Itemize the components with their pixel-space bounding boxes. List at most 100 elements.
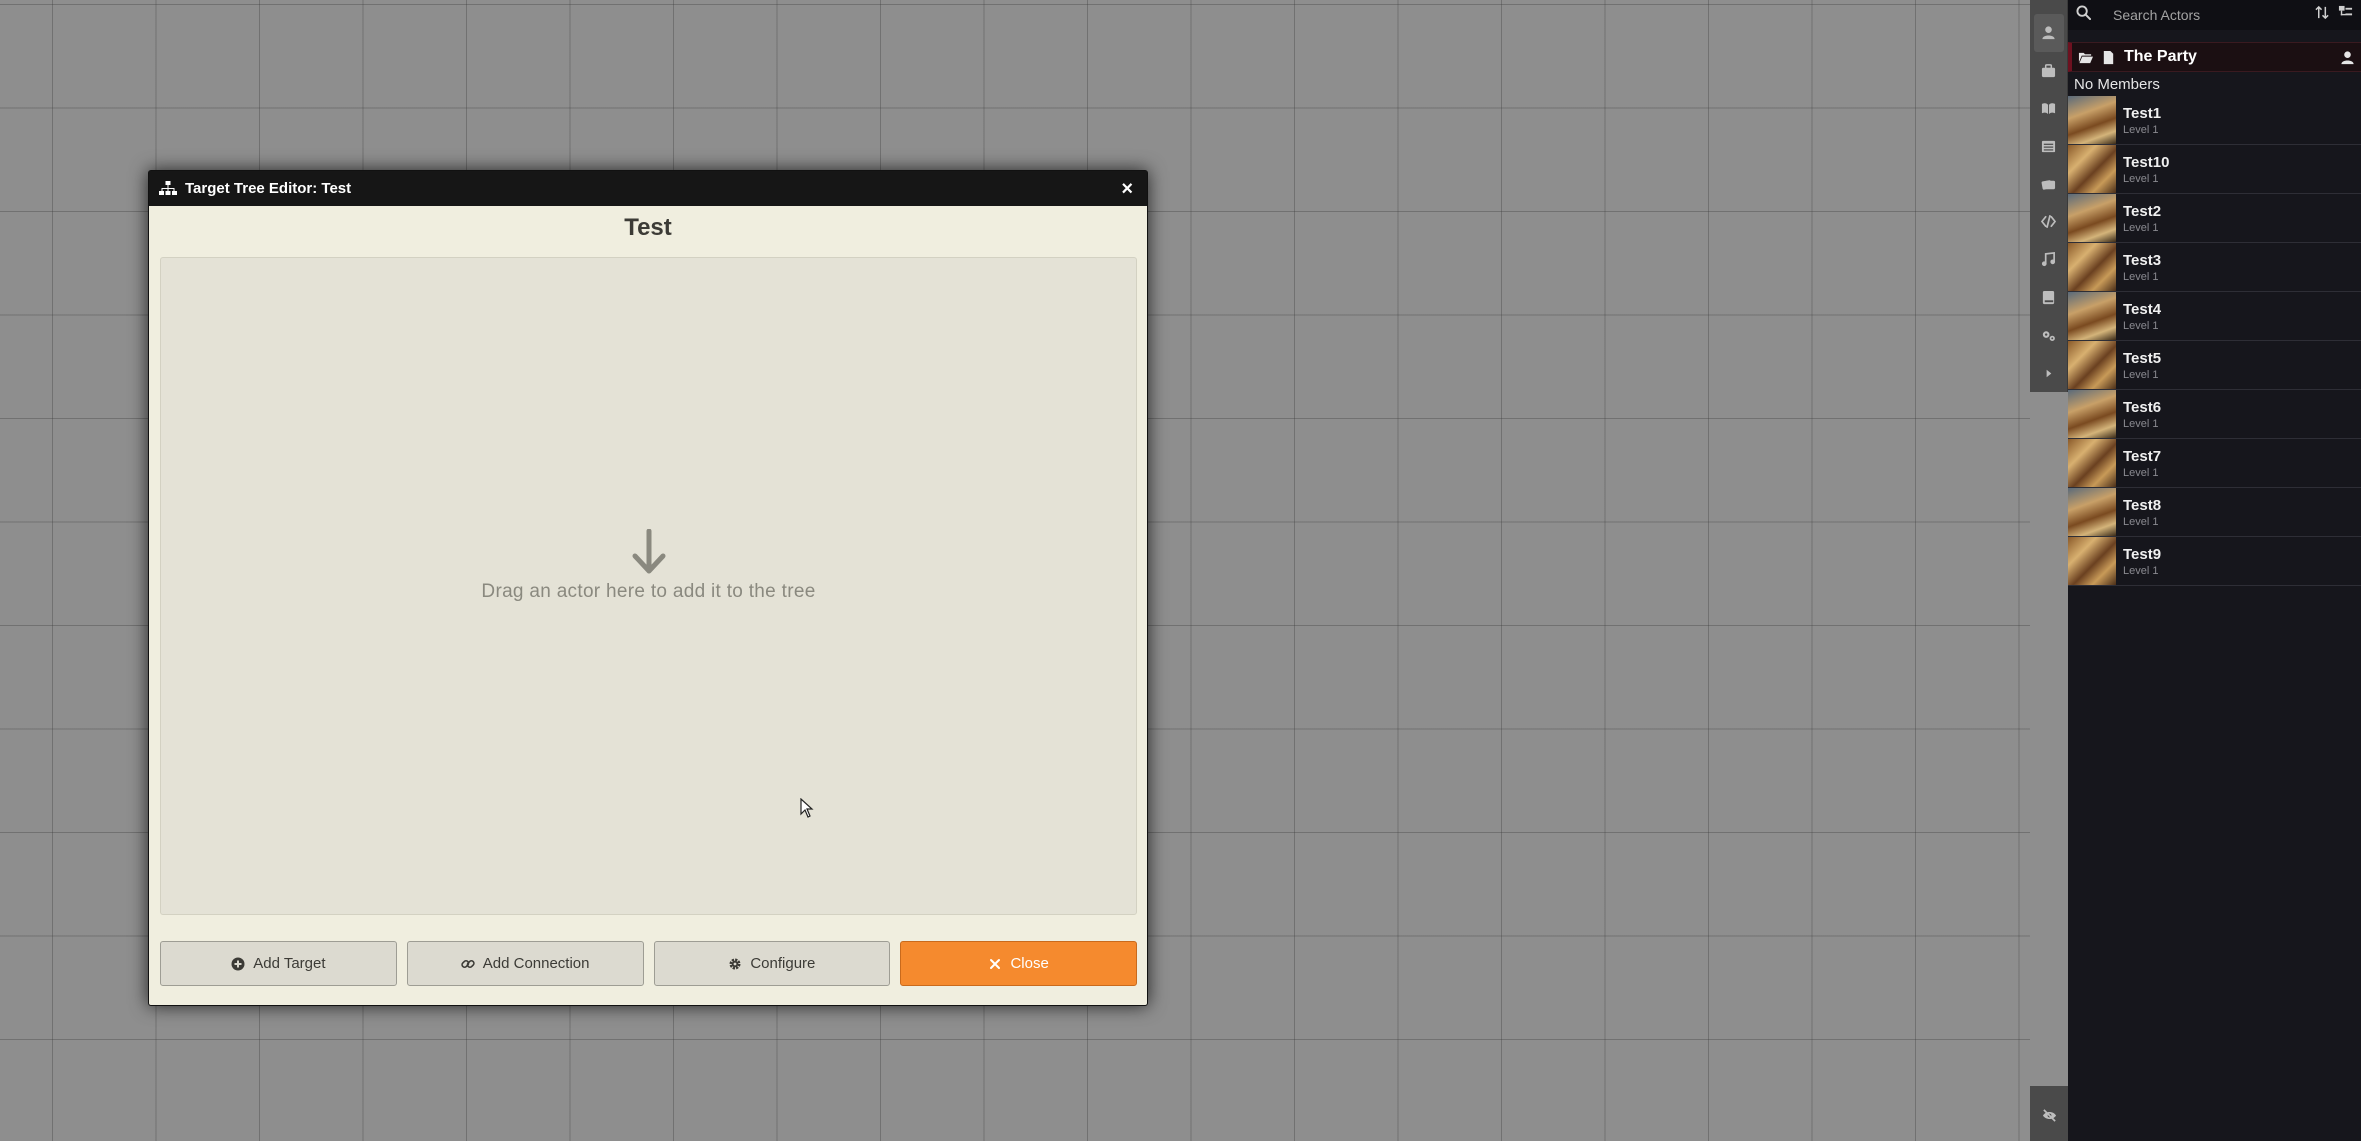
actor-portrait [2068,96,2116,144]
actor-info: Test1 Level 1 [2116,105,2161,136]
close-icon [990,958,1001,969]
plus-circle-icon [231,957,245,970]
actor-info: Test7 Level 1 [2116,448,2161,479]
actor-list-item[interactable]: Test7 Level 1 [2068,439,2361,488]
eye-slash-icon [2042,1108,2056,1122]
actor-portrait [2068,194,2116,242]
actor-list-item[interactable]: Test1 Level 1 [2068,96,2361,145]
actor-list-item[interactable]: Test6 Level 1 [2068,390,2361,439]
actor-name: Test1 [2123,104,2162,122]
actors-sidebar: The Party No Members Test1Level 1Test10L… [2068,0,2361,1141]
actor-list-item[interactable]: Test10 Level 1 [2068,145,2361,194]
actor-search-row [2068,0,2361,30]
hidden-toggle[interactable] [2034,1096,2064,1134]
tree-title: Test [624,214,672,241]
party-empty-text: No Members [2074,76,2160,93]
playlists-icon [2041,252,2056,267]
actor-info: Test10 Level 1 [2116,154,2169,185]
tab-items[interactable] [2034,52,2064,90]
dialog-header[interactable]: Target Tree Editor: Test × [149,171,1147,206]
actor-level: Level 1 [2123,368,2159,381]
actor-portrait [2068,341,2116,389]
actor-level: Level 1 [2123,515,2159,528]
actor-name: Test2 [2123,202,2162,220]
close-label: Close [1010,955,1049,972]
actor-list-item[interactable]: Test4 Level 1 [2068,292,2361,341]
actor-name: Test8 [2123,496,2162,514]
actor-info: Test8 Level 1 [2116,497,2161,528]
actor-info: Test9 Level 1 [2116,546,2161,577]
actor-list-item[interactable]: Test8 Level 1 [2068,488,2361,537]
sitemap-icon [159,180,177,195]
tab-journal[interactable] [2034,90,2064,128]
target-tree-editor-dialog: Target Tree Editor: Test × Test Drag an … [148,170,1148,1006]
actor-search-input[interactable] [2099,7,2307,23]
dialog-close-icon[interactable]: × [1117,179,1137,199]
dialog-footer: Add Target Add Connection Configure Clos… [160,941,1137,986]
settings-icon [2042,331,2055,341]
actor-list-item[interactable]: Test9 Level 1 [2068,537,2361,586]
close-button[interactable]: Close [900,941,1137,986]
actor-portrait [2068,243,2116,291]
actor-portrait [2068,292,2116,340]
cards-icon [2041,179,2056,190]
actor-name: Test4 [2123,300,2162,318]
tab-collapse[interactable] [2034,354,2064,392]
add-connection-button[interactable]: Add Connection [406,941,644,986]
macros-icon [2041,215,2056,229]
actor-level: Level 1 [2123,270,2159,283]
actor-list-item[interactable]: Test2 Level 1 [2068,194,2361,243]
actor-name: Test9 [2123,545,2162,563]
compendium-icon [2042,290,2055,305]
link-icon [461,959,475,968]
add-member-icon[interactable] [2340,50,2355,65]
actor-level: Level 1 [2123,564,2159,577]
tab-cards[interactable] [2034,165,2064,203]
tab-actors[interactable] [2033,14,2064,52]
actor-level: Level 1 [2123,466,2159,479]
actor-portrait [2068,537,2116,585]
tab-settings[interactable] [2034,316,2064,354]
dialog-title: Target Tree Editor: Test [185,180,352,197]
actor-portrait [2068,390,2116,438]
actor-list-item[interactable]: Test5 Level 1 [2068,341,2361,390]
sidebar-tab-bar-bottom [2030,1086,2068,1141]
sort-icon[interactable] [2315,5,2330,25]
tab-macros[interactable] [2034,203,2064,241]
actor-level: Level 1 [2123,221,2159,234]
journal-icon [2041,103,2056,115]
actor-portrait [2068,145,2116,193]
actor-info: Test5 Level 1 [2116,350,2161,381]
actor-level: Level 1 [2123,417,2159,430]
actor-info: Test3 Level 1 [2116,252,2161,283]
mouse-cursor-icon [800,798,814,818]
actor-list-item[interactable]: Test3 Level 1 [2068,243,2361,292]
actor-info: Test2 Level 1 [2116,203,2161,234]
tab-tables[interactable] [2034,127,2064,165]
tables-icon [2041,140,2056,152]
tab-compendium[interactable] [2034,279,2064,317]
tab-playlists[interactable] [2034,241,2064,279]
actor-info: Test4 Level 1 [2116,301,2161,332]
add-target-label: Add Target [253,955,326,972]
actor-level: Level 1 [2123,172,2159,185]
actor-list: Test1 Level 1 Test10 Level 1 Test2 Level 1 Tes… [2068,96,2361,586]
items-icon [2041,64,2056,78]
arrow-down-icon [632,529,665,574]
actor-name: Test6 [2123,398,2162,416]
actor-portrait [2068,488,2116,536]
actor-info: Test6 Level 1 [2116,399,2161,430]
drop-hint-text: Drag an actor here to add it to the tree [481,581,816,602]
document-icon [2103,50,2114,64]
gear-icon [729,958,741,969]
actor-drop-zone[interactable]: Drag an actor here to add it to the tree [160,257,1137,915]
actor-name: Test7 [2123,447,2162,465]
collapse-folders-icon[interactable] [2338,5,2353,25]
configure-button[interactable]: Configure [653,941,891,986]
actor-level: Level 1 [2123,123,2159,136]
add-target-button[interactable]: Add Target [160,941,397,986]
sidebar-tab-bar [2030,0,2068,392]
party-folder-name: The Party [2124,48,2197,65]
actor-name: Test3 [2123,251,2162,269]
party-folder-header[interactable]: The Party [2068,42,2361,72]
